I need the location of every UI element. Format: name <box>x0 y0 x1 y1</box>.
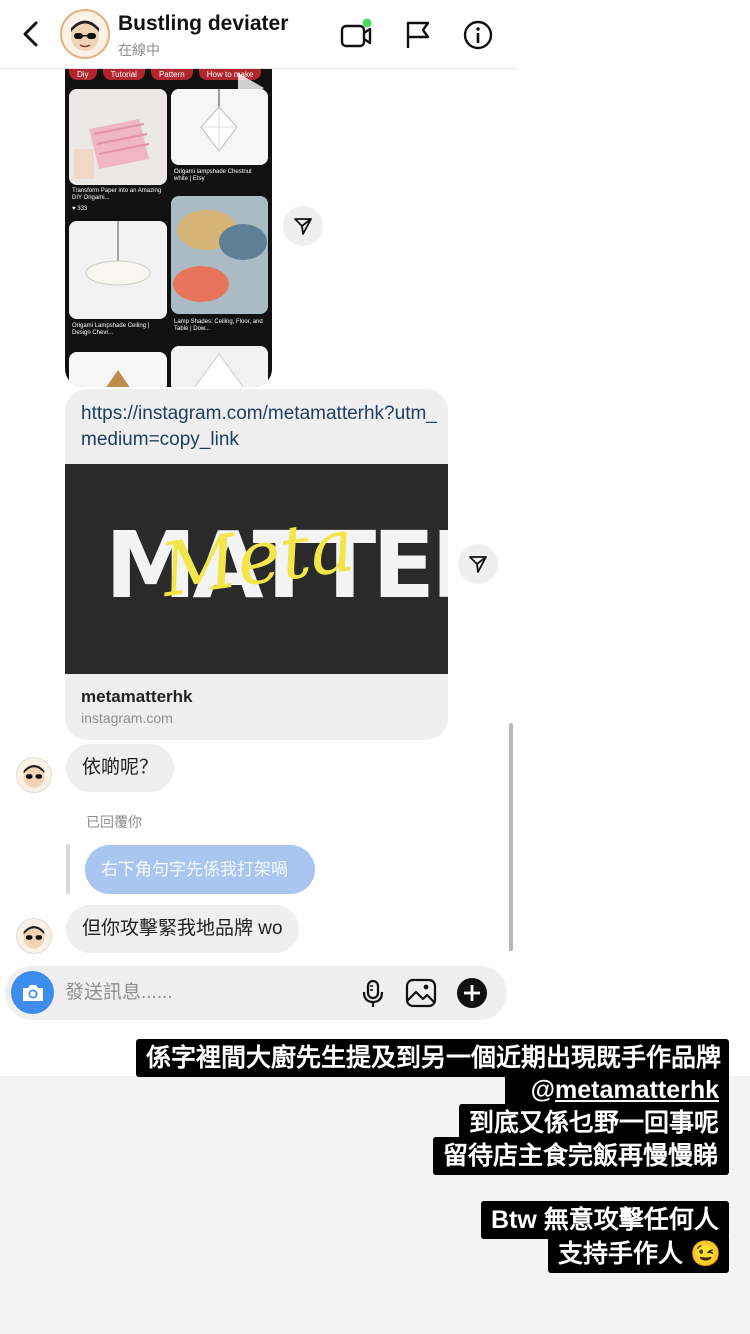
pin-tab: Tutorial <box>102 69 145 80</box>
chat-header: Bustling deviater 在線中 <box>0 0 517 69</box>
screenshot-margin <box>517 0 750 1076</box>
send-icon <box>469 556 487 573</box>
reply-label: 已回覆你 <box>86 814 142 830</box>
camera-icon <box>22 984 43 1001</box>
link-preview-image: MATTER Meta <box>65 464 448 674</box>
pin-image <box>171 346 268 387</box>
link-preview-card[interactable]: https://instagram.com/metamatterhk?utm_m… <box>65 389 448 740</box>
gallery-icon[interactable] <box>405 977 437 1009</box>
pin-image <box>69 89 167 185</box>
message-composer <box>5 966 507 1020</box>
replied-message-bubble[interactable]: 右下角句字先係我打架喎 <box>85 845 315 894</box>
pin-image <box>171 196 268 314</box>
pin-image <box>69 352 167 387</box>
add-icon[interactable] <box>456 977 488 1009</box>
link-host: instagram.com <box>81 710 173 726</box>
share-button[interactable] <box>283 206 323 246</box>
back-icon[interactable] <box>18 18 44 50</box>
dm-screenshot: Bustling deviater 在線中 Diy Tutorial Patte… <box>0 0 517 1076</box>
pin-tab: Pattern <box>150 69 193 80</box>
pin-tab: Diy <box>69 69 97 80</box>
link-title: metamatterhk <box>81 687 193 706</box>
pin-image <box>171 89 268 165</box>
contact-avatar[interactable] <box>60 9 110 59</box>
pin-likes: ♥ 333 <box>72 206 88 212</box>
pin-caption: Transform Paper into an Amazing DIY Orig… <box>72 188 162 201</box>
info-icon[interactable] <box>461 18 495 52</box>
message-input[interactable] <box>65 976 345 1010</box>
link-url[interactable]: https://instagram.com/metamatterhk?utm_m… <box>81 401 441 453</box>
pin-image <box>69 221 167 319</box>
mention-link[interactable]: metamatterhk <box>555 1076 719 1104</box>
message-bubble[interactable]: 但你攻擊緊我地品牌 wo <box>66 905 299 953</box>
message-bubble[interactable]: 依啲呢？ <box>66 744 175 792</box>
caption-line: 留待店主食完飯再慢慢睇 <box>433 1137 729 1175</box>
caption-line: Btw 無意攻擊任何人 <box>481 1201 729 1239</box>
pin-caption: Origami Lampshade Ceiling | Design Chevr… <box>72 323 150 336</box>
online-status: 在線中 <box>118 42 160 58</box>
sender-avatar[interactable] <box>16 918 52 954</box>
flag-icon[interactable] <box>401 18 435 52</box>
caption-line: 支持手作人 😉 <box>548 1235 729 1273</box>
camera-button[interactable] <box>11 971 54 1014</box>
pin-caption: Lamp Shades: Ceiling, Floor, and Table |… <box>174 319 263 332</box>
story-screen: Bustling deviater 在線中 Diy Tutorial Patte… <box>0 0 750 1334</box>
share-button[interactable] <box>458 544 498 584</box>
microphone-icon[interactable] <box>357 977 389 1009</box>
video-call-icon[interactable] <box>339 18 373 52</box>
wink-emoji-icon: 😉 <box>689 1240 722 1268</box>
reply-quote-bar <box>66 844 70 894</box>
send-icon <box>294 218 312 235</box>
pinterest-preview[interactable]: Diy Tutorial Pattern How to make Transfo… <box>65 69 272 387</box>
contact-name[interactable]: Bustling deviater <box>118 12 288 36</box>
sender-avatar[interactable] <box>16 757 52 793</box>
scrollbar[interactable] <box>509 723 513 951</box>
pin-caption: Origami lampshade Chestnut white | Etsy <box>174 169 252 182</box>
